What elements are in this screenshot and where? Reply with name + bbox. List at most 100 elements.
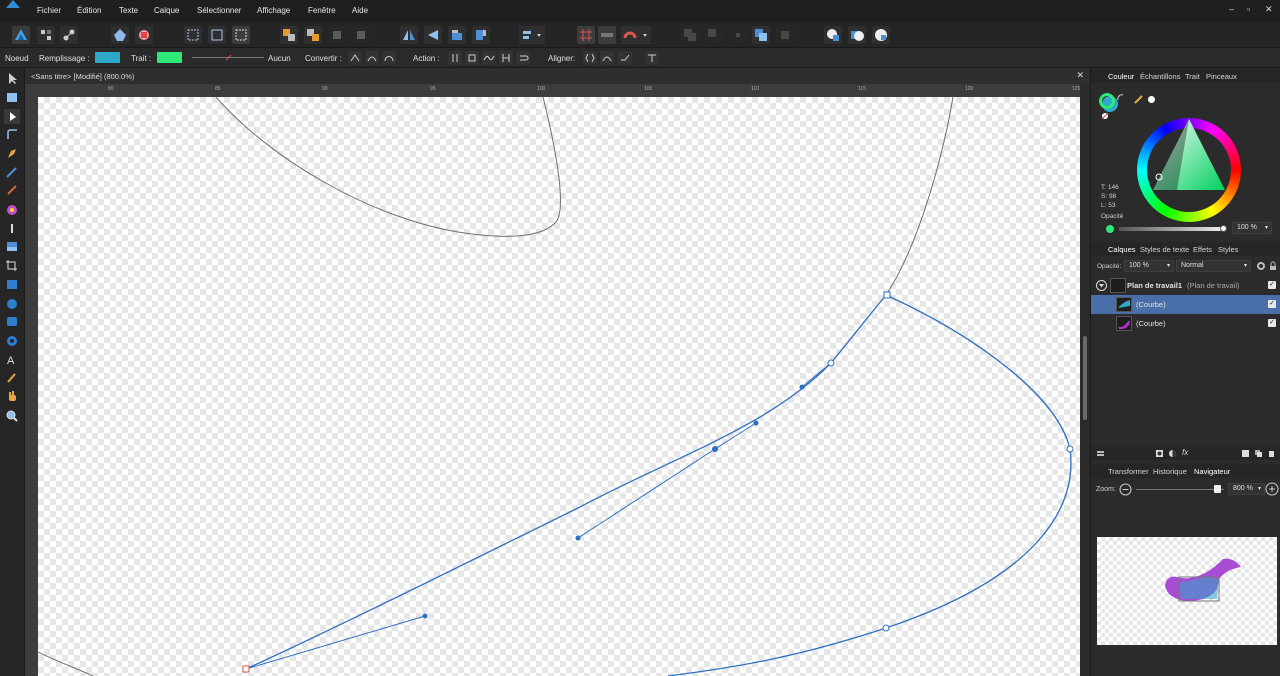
rotate-left-button[interactable]	[448, 26, 466, 44]
place-image-tool[interactable]	[4, 239, 20, 254]
layer-row-artboard[interactable]: Plan de travail1 (Plan de travail) ✓	[1091, 276, 1280, 295]
color-picker-tool[interactable]	[4, 370, 20, 385]
rectangle-tool[interactable]	[4, 277, 20, 292]
zoom-value-field[interactable]: 800 % ▾	[1228, 483, 1265, 495]
snapping-button[interactable]	[135, 26, 153, 44]
break-curve-button[interactable]	[448, 51, 462, 65]
snapping-options-button[interactable]	[621, 26, 651, 44]
boolean-divide-button[interactable]	[776, 26, 794, 44]
eyedropper-icon[interactable]	[1133, 93, 1145, 105]
zoom-slider-thumb[interactable]	[1213, 485, 1221, 493]
zoom-out-icon[interactable]	[1119, 483, 1132, 496]
scrollbar-thumb[interactable]	[1083, 336, 1087, 420]
insert-behind-button[interactable]	[824, 26, 842, 44]
layer-visibility-checkbox[interactable]: ✓	[1268, 319, 1276, 327]
crop-tool[interactable]	[4, 258, 20, 273]
transform-mode-button[interactable]	[645, 51, 659, 65]
menu-fichier[interactable]: Fichier	[37, 6, 61, 15]
zoom-slider[interactable]	[1136, 485, 1224, 493]
trash-icon[interactable]	[1267, 449, 1276, 458]
vertical-scrollbar[interactable]	[1080, 84, 1090, 676]
zoom-in-icon[interactable]	[1265, 482, 1279, 496]
stroke-width-slider[interactable]	[192, 54, 264, 61]
menu-calque[interactable]: Calque	[154, 6, 179, 15]
close-window-button[interactable]: ✕	[1265, 4, 1273, 15]
layer-row-curve[interactable]: (Courbe) ✓	[1091, 314, 1280, 333]
path-node[interactable]	[1066, 445, 1074, 453]
tab-styles[interactable]: Styles	[1218, 245, 1238, 254]
pixel-persona-button[interactable]	[37, 26, 55, 44]
smooth-curve-button[interactable]	[482, 51, 496, 65]
tab-navigateur[interactable]: Navigateur	[1191, 464, 1233, 479]
reverse-curves-button[interactable]	[516, 51, 530, 65]
move-back-one-button[interactable]	[304, 26, 322, 44]
tab-styles-de-texte[interactable]: Styles de texte	[1140, 245, 1189, 254]
tab-transformer[interactable]: Transformer	[1108, 467, 1149, 476]
ellipse-tool[interactable]	[4, 296, 20, 311]
flip-vertical-button[interactable]	[424, 26, 442, 44]
no-color-icon[interactable]	[1101, 112, 1109, 120]
maximize-button[interactable]: ▫	[1247, 4, 1250, 14]
tab-historique[interactable]: Historique	[1153, 467, 1187, 476]
insert-top-button[interactable]	[848, 26, 866, 44]
minimize-button[interactable]: –	[1229, 4, 1234, 14]
zoom-tool[interactable]	[4, 408, 20, 423]
select-geometry-button[interactable]	[232, 26, 250, 44]
boolean-intersect-button[interactable]	[729, 26, 747, 44]
control-handle-point[interactable]	[422, 613, 428, 619]
fill-tool[interactable]	[4, 202, 20, 217]
fill-color-swatch[interactable]	[95, 52, 120, 63]
select-bounds-button[interactable]	[208, 26, 226, 44]
boolean-subtract-button[interactable]	[705, 26, 723, 44]
rotate-right-button[interactable]	[472, 26, 490, 44]
menu-affichage[interactable]: Affichage	[257, 6, 290, 15]
vector-brush-tool[interactable]	[4, 183, 20, 198]
alignment-button[interactable]	[519, 26, 545, 44]
view-tool[interactable]	[4, 389, 20, 404]
menu-aide[interactable]: Aide	[352, 6, 368, 15]
move-to-front-button[interactable]	[352, 26, 370, 44]
menu-fenetre[interactable]: Fenêtre	[308, 6, 336, 15]
flip-horizontal-button[interactable]	[400, 26, 418, 44]
layer-visibility-checkbox[interactable]: ✓	[1268, 300, 1276, 308]
designer-persona-button[interactable]	[12, 26, 30, 44]
lock-icon[interactable]	[1268, 261, 1278, 271]
donut-tool[interactable]	[4, 333, 20, 348]
add-layer-icon[interactable]	[1241, 449, 1250, 458]
transparency-tool[interactable]	[4, 221, 20, 236]
white-swatch-dot[interactable]	[1148, 96, 1155, 103]
artistic-text-tool[interactable]: A	[4, 352, 20, 367]
opacity-slider[interactable]	[1119, 225, 1227, 232]
menu-edition[interactable]: Édition	[77, 6, 101, 15]
control-handle-point[interactable]	[753, 420, 759, 426]
tab-trait[interactable]: Trait	[1185, 72, 1200, 81]
close-document-button[interactable]: ✕	[1076, 70, 1084, 81]
layers-stack-icon[interactable]	[1096, 449, 1105, 458]
adjustment-icon[interactable]	[1168, 449, 1177, 458]
mask-icon[interactable]	[1155, 449, 1164, 458]
duplicate-layer-icon[interactable]	[1254, 449, 1263, 458]
blend-mode-dropdown[interactable]: Normal ▾	[1176, 260, 1251, 272]
layer-opacity-field[interactable]: 100 % ▾	[1124, 260, 1174, 272]
artboard-tool[interactable]	[4, 90, 20, 105]
tab-effets[interactable]: Effets	[1193, 245, 1212, 254]
fx-icon[interactable]: fx	[1182, 448, 1188, 457]
control-handle-point[interactable]	[575, 535, 581, 541]
path-node-corner[interactable]	[883, 291, 891, 299]
path-start-node[interactable]	[242, 665, 250, 673]
show-grid-button[interactable]	[577, 26, 595, 44]
collapse-chevron-icon[interactable]	[1096, 280, 1107, 291]
tab-pinceaux[interactable]: Pinceaux	[1206, 72, 1237, 81]
move-forward-one-button[interactable]	[328, 26, 346, 44]
align-nodes-v-button[interactable]	[600, 51, 614, 65]
convert-smooth-button[interactable]	[365, 51, 379, 65]
gear-icon[interactable]	[1256, 261, 1266, 271]
export-persona-button[interactable]	[60, 26, 78, 44]
path-node-selected[interactable]	[712, 446, 718, 452]
convert-sharp-button[interactable]	[348, 51, 362, 65]
convert-smart-button[interactable]	[382, 51, 396, 65]
boolean-xor-button[interactable]	[752, 26, 770, 44]
path-node[interactable]	[882, 624, 890, 632]
menu-texte[interactable]: Texte	[119, 6, 138, 15]
boolean-add-button[interactable]	[681, 26, 699, 44]
